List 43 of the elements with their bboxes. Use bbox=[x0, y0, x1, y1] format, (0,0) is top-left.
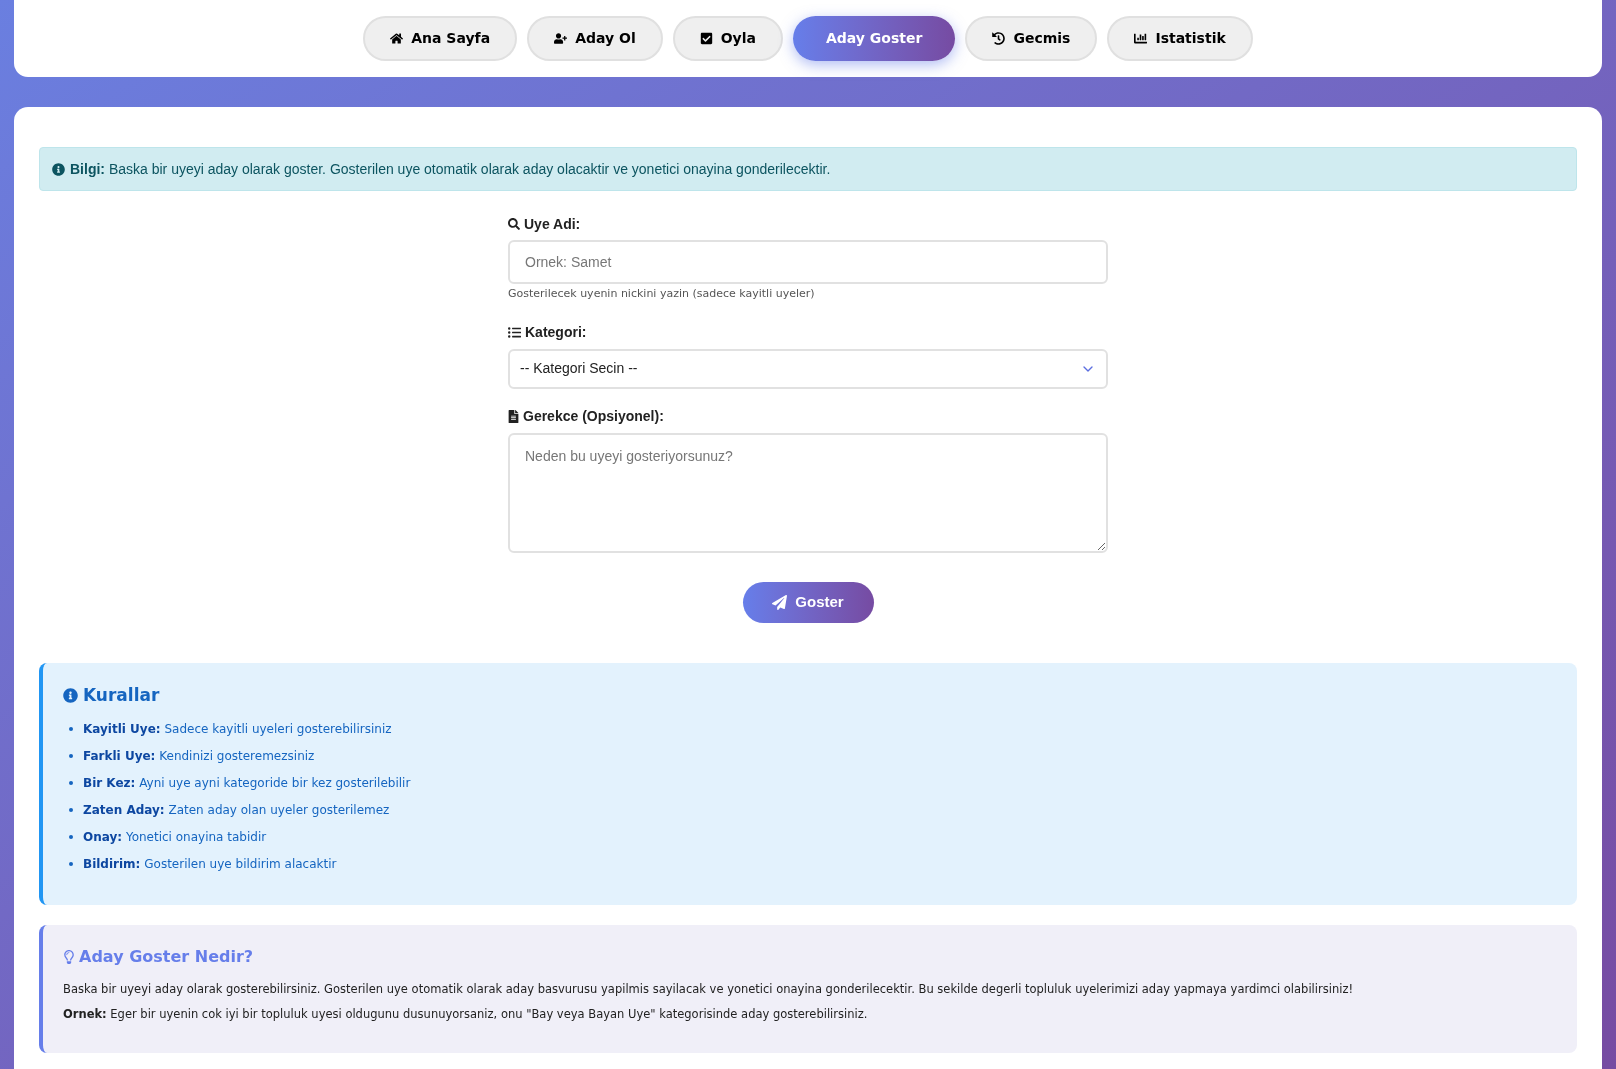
rule-text: Kayitli Uye: Sadece kayitli uyeleri gosterebilirsiniz bbox=[83, 721, 392, 738]
bullet-icon bbox=[69, 862, 73, 866]
category-label: Kategori: bbox=[525, 323, 587, 342]
nav-tab[interactable]: Gecmis bbox=[965, 16, 1098, 61]
checkbox-icon bbox=[699, 32, 713, 45]
member-help-text: Gosterilecek uyenin nickini yazin (sadece kayitli uyeler) bbox=[508, 286, 816, 302]
home-icon bbox=[390, 32, 404, 45]
search-icon bbox=[508, 218, 520, 230]
member-input-field[interactable]: Ornek: Samet bbox=[508, 240, 1108, 284]
bullet-icon bbox=[69, 754, 73, 758]
reason-text-area[interactable]: Neden bu uyeyi gosteriyorsunuz? bbox=[508, 432, 1108, 553]
submit-button[interactable]: Goster bbox=[742, 581, 874, 623]
rules-title: Kurallar bbox=[83, 683, 160, 707]
about-paragraph: Ornek: Eger bir uyenin cok iyi bir topluluk uyesi oldugunu dusunuyorsaniz, onu "Bay veya Bayan Uye" kategorisinde aday gosterebilirsiniz. bbox=[63, 1005, 868, 1023]
rule-text: Bir Kez: Ayni uye ayni kategoride bir kez gosterilebilir bbox=[83, 775, 411, 792]
document-icon bbox=[508, 410, 519, 423]
about-title: Aday Goster Nedir? bbox=[79, 945, 254, 968]
bullet-icon bbox=[69, 727, 73, 731]
rule-text: Farkli Uye: Kendinizi gosteremezsiniz bbox=[83, 748, 315, 765]
rule-text: Bildirim: Gosterilen uye bildirim alacaktir bbox=[83, 856, 337, 873]
nav-tab[interactable]: Oyla bbox=[672, 16, 783, 61]
about-paragraph: Baska bir uyeyi aday olarak gosterebilirsiniz. Gosterilen uye otomatik olarak aday basvurusu yapilmis sayilacak ve yonetici onayina gonderilecektir. Bu sekilde degerli topluluk uyelerimizi aday yapmaya yardimci olabilirsiniz! bbox=[63, 980, 1354, 998]
paper-plane-icon bbox=[772, 594, 788, 610]
rule-text: Zaten Aday: Zaten aday olan uyeler gosterilemez bbox=[83, 802, 390, 819]
rule-text: Onay: Yonetici onayina tabidir bbox=[83, 829, 267, 846]
lightbulb-icon bbox=[63, 949, 75, 964]
bullet-icon bbox=[69, 781, 73, 785]
reason-label: Gerekce (Opsiyonel): bbox=[523, 407, 664, 426]
member-label: Uye Adi: bbox=[524, 214, 581, 234]
bar-chart-icon bbox=[1134, 32, 1148, 45]
nav-tab[interactable]: Aday Goster bbox=[793, 16, 956, 61]
bullet-icon bbox=[69, 808, 73, 812]
history-icon bbox=[992, 32, 1006, 45]
nav-tab[interactable]: Ana Sayfa bbox=[363, 16, 518, 61]
category-select[interactable]: -- Kategori Secin -- bbox=[508, 348, 1108, 389]
info-icon bbox=[63, 687, 78, 703]
list-icon bbox=[508, 326, 521, 339]
nav-tab[interactable]: Istatistik bbox=[1107, 16, 1253, 61]
user-plus-icon bbox=[554, 32, 568, 45]
info-icon bbox=[52, 162, 65, 176]
bullet-icon bbox=[69, 835, 73, 839]
info-text: Bilgi: Baska bir uyeyi aday olarak goster. Gosterilen uye otomatik olarak aday olacaktir ve yonetici onayina gonderilecektir. bbox=[70, 159, 831, 179]
nav-tab[interactable]: Aday Ol bbox=[527, 16, 663, 61]
